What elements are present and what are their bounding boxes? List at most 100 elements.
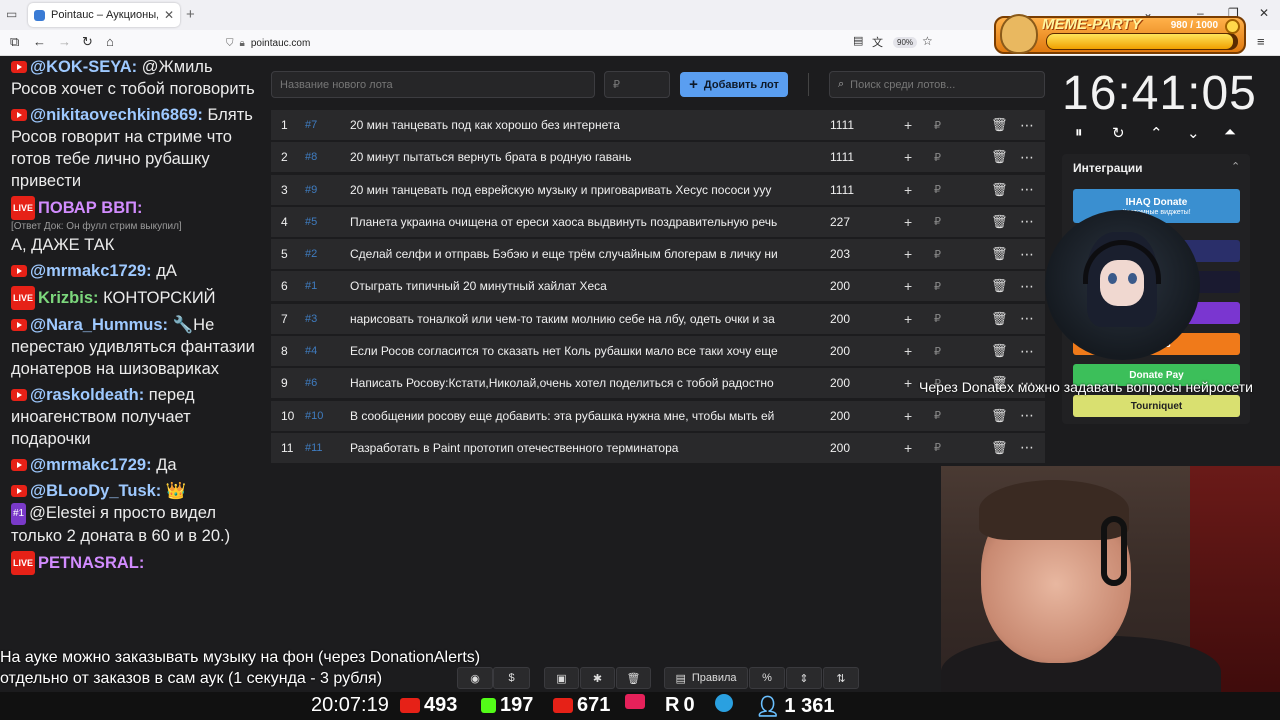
menu-icon[interactable]: ≡ — [1257, 34, 1265, 49]
chat-nick[interactable]: @raskoldeath: — [30, 386, 144, 404]
browser-tab[interactable]: Pointauc – Аукционы, лотереи ✕ — [28, 3, 180, 27]
add-amount-icon[interactable]: + — [904, 214, 912, 230]
save-icon[interactable]: ▣ — [544, 667, 579, 689]
chat-nick[interactable]: @mrmakc1729: — [30, 456, 152, 474]
ruble-icon[interactable]: ₽ — [934, 215, 941, 228]
more-options-icon[interactable]: ⋯ — [1020, 310, 1034, 327]
address-bar[interactable]: ⛉ 🔒︎ pointauc.com — [226, 33, 946, 53]
add-amount-icon[interactable]: + — [904, 343, 912, 359]
lot-name[interactable]: 20 минут пытаться вернуть брата в родную… — [350, 150, 802, 164]
sort-icon[interactable]: ⇅ — [823, 667, 859, 689]
bookmark-star-icon[interactable]: ☆ — [922, 34, 933, 48]
lot-row[interactable]: 1 #7 20 мин танцевать под как хорошо без и… — [271, 110, 1045, 140]
more-options-icon[interactable]: ⋯ — [1020, 117, 1034, 134]
lot-row[interactable]: 11 #11 Разработать в Paint прототип отечес… — [271, 432, 1045, 463]
lot-search-input[interactable]: ⌕ Поиск среди лотов... — [829, 71, 1045, 98]
add-amount-icon[interactable]: + — [904, 278, 912, 294]
dollar-icon[interactable]: $ — [493, 667, 530, 689]
ruble-icon[interactable]: ₽ — [934, 409, 941, 422]
ruble-icon[interactable]: ₽ — [934, 280, 941, 293]
back-icon[interactable]: ← — [33, 34, 46, 49]
more-options-icon[interactable]: ⋯ — [1020, 246, 1034, 263]
lot-name[interactable]: 20 мин танцевать под еврейскую музыку и … — [350, 183, 802, 197]
more-options-icon[interactable]: ⋯ — [1020, 181, 1034, 198]
add-amount-icon[interactable]: + — [904, 440, 912, 456]
trash-icon[interactable]: 🗑︎ — [991, 182, 1008, 198]
trash-icon[interactable]: 🗑︎ — [991, 117, 1008, 133]
more-options-icon[interactable]: ⋯ — [1020, 149, 1034, 166]
reader-view-icon[interactable]: ▤ — [853, 34, 863, 47]
lot-amount[interactable]: 203 — [802, 247, 862, 261]
more-options-icon[interactable]: ⋯ — [1020, 343, 1034, 360]
lot-amount[interactable]: 200 — [802, 409, 862, 423]
chat-nick[interactable]: Krizbis: — [38, 289, 99, 307]
add-amount-icon[interactable]: + — [904, 182, 912, 198]
lot-amount[interactable]: 1111 — [802, 118, 862, 132]
chat-nick[interactable]: ПОВАР ВВП: — [38, 199, 142, 217]
add-amount-icon[interactable]: + — [904, 117, 912, 133]
lot-row[interactable]: 5 #2 Сделай селфи и отправь Бэбэю и еще тр… — [271, 239, 1045, 270]
split-icon[interactable]: ⇕ — [786, 667, 822, 689]
bug-icon[interactable]: ✱ — [580, 667, 615, 689]
add-time-icon[interactable]: ⌃ — [1150, 124, 1163, 142]
lot-row[interactable]: 3 #9 20 мин танцевать под еврейскую музыку… — [271, 174, 1045, 205]
trash-icon[interactable]: 🗑︎ — [991, 246, 1008, 262]
more-options-icon[interactable]: ⋯ — [1020, 213, 1034, 230]
lot-name[interactable]: Разработать в Paint прототип отечественн… — [350, 441, 802, 455]
lot-name[interactable]: Написать Росову:Кстати,Николай,очень хот… — [350, 376, 802, 390]
github-icon[interactable]: ◉ — [457, 667, 493, 689]
add-amount-icon[interactable]: + — [904, 375, 912, 391]
more-options-icon[interactable]: ⋯ — [1020, 407, 1034, 424]
tab-list-icon[interactable]: ▭ — [6, 7, 17, 21]
chat-nick[interactable]: @Nara_Hummus: — [30, 316, 168, 334]
lot-row[interactable]: 6 #1 Отыграть типичный 20 минутный хайлат … — [271, 271, 1045, 302]
lot-amount[interactable]: 200 — [802, 376, 862, 390]
chat-nick[interactable]: @KOK-SEYA: — [30, 58, 137, 76]
home-icon[interactable]: ⌂ — [106, 34, 114, 49]
add-amount-icon[interactable]: + — [904, 246, 912, 262]
integration-button[interactable]: Tourniquet — [1073, 395, 1240, 417]
close-window-icon[interactable]: ✕ — [1259, 6, 1269, 20]
tab-close-icon[interactable]: ✕ — [164, 8, 174, 22]
lot-amount[interactable]: 227 — [802, 215, 862, 229]
lot-name[interactable]: нарисовать тоналкой или чем-то таким мол… — [350, 312, 802, 326]
percent-button[interactable]: % — [749, 667, 785, 689]
more-options-icon[interactable]: ⋯ — [1020, 278, 1034, 295]
lot-row[interactable]: 10 #10 В сообщении росову еще добавить: эт… — [271, 400, 1045, 431]
trash-icon[interactable]: 🗑︎ — [991, 408, 1008, 424]
sidebar-toggle-icon[interactable]: ⧉ — [10, 34, 19, 50]
chat-nick[interactable]: @mrmakc1729: — [30, 262, 152, 280]
trash-icon[interactable]: 🗑︎ — [991, 440, 1008, 456]
lot-name[interactable]: Если Росов согласится то сказать нет Кол… — [350, 344, 802, 358]
ruble-icon[interactable]: ₽ — [934, 119, 941, 132]
add-lot-button[interactable]: + Добавить лот — [680, 72, 788, 97]
new-lot-name-input[interactable]: Название нового лота — [271, 71, 595, 98]
lot-name[interactable]: Сделай селфи и отправь Бэбэю и еще трём … — [350, 247, 802, 261]
subtract-time-icon[interactable]: ⌄ — [1187, 124, 1200, 142]
more-options-icon[interactable]: ⋯ — [1020, 439, 1034, 456]
chat-nick[interactable]: PETNASRAL: — [38, 554, 144, 572]
trash-icon[interactable]: 🗑︎ — [991, 149, 1008, 165]
chat-nick[interactable]: @BLooDy_Tusk: — [30, 482, 161, 500]
lot-row[interactable]: 7 #3 нарисовать тоналкой или чем-то таким … — [271, 303, 1045, 334]
lot-row[interactable]: 2 #8 20 минут пытаться вернуть брата в род… — [271, 142, 1045, 173]
ruble-icon[interactable]: ₽ — [934, 345, 941, 358]
reload-icon[interactable]: ↻ — [82, 34, 93, 50]
chevron-up-icon[interactable]: ⌃ — [1231, 160, 1240, 173]
add-amount-icon[interactable]: + — [904, 311, 912, 327]
trash-icon[interactable]: 🗑︎ — [991, 311, 1008, 327]
add-amount-icon[interactable]: + — [904, 149, 912, 165]
add-amount-icon[interactable]: + — [904, 408, 912, 424]
lot-name[interactable]: Отыграть типичный 20 минутный хайлат Хес… — [350, 279, 802, 293]
lot-row[interactable]: 4 #5 Планета украина очищена от ереси хаос… — [271, 206, 1045, 237]
lot-row[interactable]: 8 #4 Если Росов согласится то сказать нет … — [271, 336, 1045, 367]
ruble-icon[interactable]: ₽ — [934, 151, 941, 164]
double-time-icon[interactable]: ⏶ — [1224, 124, 1236, 141]
reset-timer-icon[interactable]: ↻ — [1112, 124, 1125, 142]
lot-amount[interactable]: 200 — [802, 279, 862, 293]
trash-icon[interactable]: 🗑︎ — [991, 214, 1008, 230]
ruble-icon[interactable]: ₽ — [934, 312, 941, 325]
rules-button[interactable]: ▤ Правила — [664, 667, 748, 689]
new-tab-button[interactable]: + — [186, 6, 195, 23]
pause-icon[interactable]: ⏸ — [1075, 124, 1083, 141]
